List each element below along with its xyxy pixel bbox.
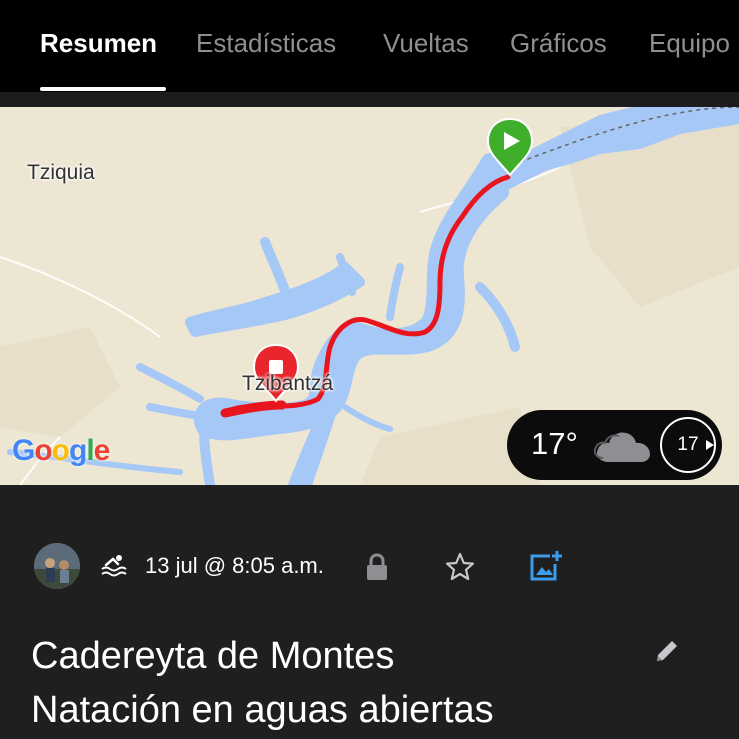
wind-indicator: 17 xyxy=(659,416,717,474)
google-letter: l xyxy=(86,434,94,467)
weather-widget: 17° 17 xyxy=(507,410,722,480)
place-label-tziquia: Tziquia xyxy=(27,161,95,184)
tab-graficos[interactable]: Gráficos xyxy=(510,28,607,59)
google-letter: G xyxy=(12,434,35,467)
tab-bar: Resumen Estadísticas Vueltas Gráficos Eq… xyxy=(0,0,739,92)
activity-title-line1: Cadereyta de Montes xyxy=(31,635,395,677)
google-letter: e xyxy=(93,434,111,467)
place-label-tzibantza: Tzibantzá xyxy=(242,372,334,395)
cloud-icon xyxy=(593,432,650,462)
active-tab-indicator xyxy=(40,87,166,91)
activity-date: 13 jul @ 8:05 a.m. xyxy=(145,553,324,578)
tab-estadisticas[interactable]: Estadísticas xyxy=(196,28,336,59)
google-letter: g xyxy=(69,434,87,467)
wind-speed-value: 17 xyxy=(677,434,699,455)
swim-icon xyxy=(101,555,127,577)
tab-resumen[interactable]: Resumen xyxy=(40,28,157,59)
avatar[interactable] xyxy=(34,543,80,589)
lock-icon[interactable] xyxy=(364,553,390,581)
google-letter: o xyxy=(34,434,52,467)
star-icon[interactable] xyxy=(444,551,476,583)
google-letter: o xyxy=(51,434,70,467)
pencil-icon[interactable] xyxy=(653,637,681,665)
tab-separator xyxy=(0,92,739,107)
tab-equipo[interactable]: Equipo xyxy=(649,28,730,59)
google-logo: Google xyxy=(12,434,111,468)
activity-title: Cadereyta de Montes Natación en aguas ab… xyxy=(31,629,494,737)
avatar-image xyxy=(34,543,80,589)
add-photo-icon[interactable] xyxy=(528,549,564,583)
activity-title-line2: Natación en aguas abiertas xyxy=(31,689,494,731)
activity-info: 13 jul @ 8:05 a.m. Cadereyta de Montes N… xyxy=(0,485,739,739)
tab-vueltas[interactable]: Vueltas xyxy=(383,28,469,59)
temperature-value: 17° xyxy=(531,426,578,461)
